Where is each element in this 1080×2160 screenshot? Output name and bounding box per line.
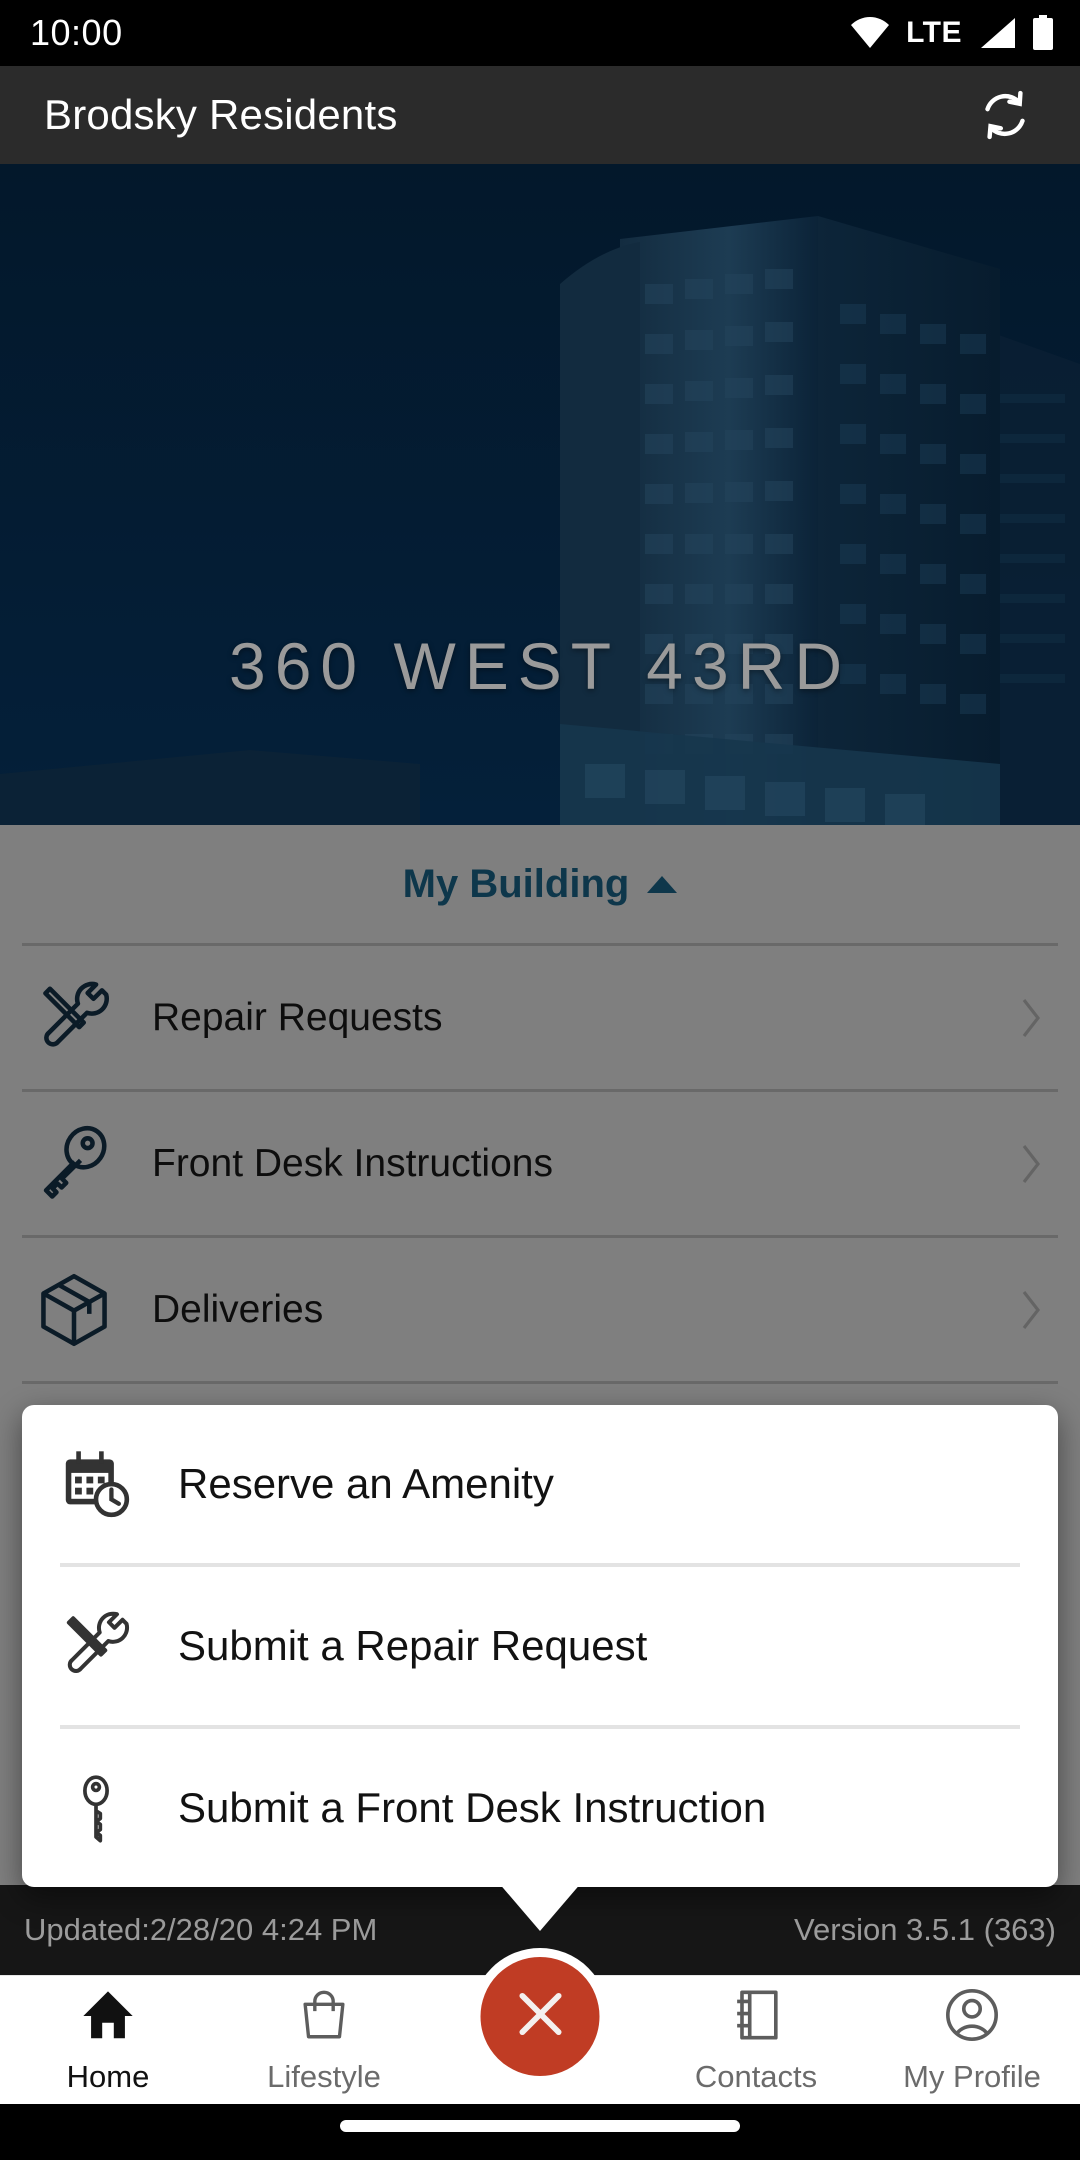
close-fab-button[interactable]: [471, 1948, 609, 2085]
menu-item-reserve-amenity[interactable]: Reserve an Amenity: [22, 1405, 1058, 1563]
calendar-clock-icon: [50, 1447, 142, 1521]
building-photo: [0, 164, 1080, 825]
nav-item-home[interactable]: Home: [0, 1986, 216, 2095]
last-updated-text: Updated:2/28/20 4:24 PM: [24, 1912, 378, 1947]
address-book-icon: [727, 1986, 785, 2049]
wifi-icon: [850, 17, 890, 49]
key-icon: [50, 1771, 142, 1845]
refresh-icon[interactable]: [968, 78, 1042, 152]
home-icon: [79, 1986, 137, 2049]
nav-label: Contacts: [694, 2059, 818, 2094]
tools-icon: [50, 1609, 142, 1683]
app-bar: Brodsky Residents: [0, 66, 1080, 164]
popup-pointer-arrow: [492, 1875, 588, 1931]
nav-item-contacts[interactable]: Contacts: [648, 1986, 864, 2095]
nav-label: Lifestyle: [267, 2059, 381, 2094]
app-screen: 10:00 LTE Brodsky Residents 360 WEST 43R…: [0, 0, 1080, 2160]
menu-item-label: Reserve an Amenity: [178, 1460, 554, 1507]
status-time: 10:00: [30, 12, 123, 53]
network-type-label: LTE: [906, 16, 962, 49]
menu-item-label: Submit a Repair Request: [178, 1622, 648, 1669]
status-icons: LTE: [850, 15, 1054, 51]
close-icon: [507, 1981, 573, 2052]
building-name: 360 WEST 43RD: [229, 629, 851, 703]
menu-item-label: Submit a Front Desk Instruction: [178, 1784, 767, 1831]
nav-item-my-profile[interactable]: My Profile: [864, 1986, 1080, 2095]
signal-icon: [978, 17, 1016, 49]
nav-label: My Profile: [903, 2059, 1041, 2094]
nav-item-lifestyle[interactable]: Lifestyle: [216, 1986, 432, 2095]
shopping-bag-icon: [295, 1986, 353, 2049]
app-version-text: Version 3.5.1 (363): [794, 1912, 1056, 1947]
page-title: Brodsky Residents: [44, 91, 398, 138]
menu-item-submit-front-desk-instruction[interactable]: Submit a Front Desk Instruction: [22, 1729, 1058, 1887]
gesture-pill[interactable]: [340, 2120, 740, 2132]
menu-item-submit-repair-request[interactable]: Submit a Repair Request: [22, 1567, 1058, 1725]
battery-icon: [1032, 15, 1054, 51]
nav-label: Home: [66, 2059, 150, 2094]
hero-banner: 360 WEST 43RD: [0, 164, 1080, 825]
quick-action-menu: Reserve an Amenity Submit a Repair Reque…: [22, 1405, 1058, 1887]
gesture-bar: [0, 2104, 1080, 2160]
status-bar: 10:00 LTE: [0, 0, 1080, 66]
user-circle-icon: [943, 1986, 1001, 2049]
